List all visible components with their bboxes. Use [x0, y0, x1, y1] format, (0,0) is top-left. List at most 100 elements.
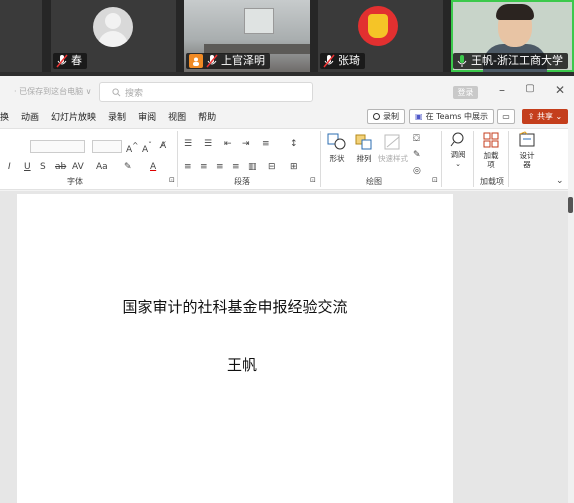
- numbering-icon[interactable]: ☰: [204, 139, 212, 149]
- participant-tile[interactable]: 张琦: [318, 0, 443, 72]
- change-case-icon[interactable]: Aa: [96, 162, 108, 172]
- tab-record[interactable]: 录制: [108, 110, 126, 123]
- quick-styles-button[interactable]: 快速样式: [378, 133, 408, 164]
- titlebar: · 已保存到这台电脑 ∨ 搜索 登录 – ▢ ✕: [0, 76, 574, 106]
- tab-review[interactable]: 审阅: [138, 110, 156, 123]
- shape-effects-icon[interactable]: ◎: [413, 166, 421, 176]
- tab-transitions[interactable]: 换: [0, 110, 9, 123]
- record-dot-icon: [373, 113, 380, 120]
- group-label-font: 字体: [67, 177, 83, 186]
- tab-view[interactable]: 视图: [168, 110, 186, 123]
- slide[interactable]: 国家审计的社科基金申报经验交流 王帆: [17, 194, 453, 503]
- decrease-font-icon[interactable]: Aˇ: [142, 141, 152, 155]
- collapse-ribbon-icon[interactable]: ⌄: [556, 176, 564, 186]
- smartart-icon[interactable]: ⊞: [290, 162, 298, 172]
- align-text-icon[interactable]: ⊟: [268, 162, 276, 172]
- quick-styles-label: 快速样式: [378, 154, 408, 163]
- arrange-label: 排列: [356, 154, 372, 163]
- close-icon[interactable]: ✕: [552, 83, 568, 97]
- addins-button[interactable]: 加载项: [479, 131, 503, 169]
- font-size-select[interactable]: [92, 140, 122, 153]
- participant-name: 春: [71, 54, 82, 67]
- group-label-drawing: 绘图: [366, 177, 382, 186]
- share-label: 共享: [537, 112, 553, 121]
- participant-tile-active[interactable]: 王帆-浙江工商大学: [451, 0, 574, 72]
- group-label-addins: 加载项: [480, 177, 504, 186]
- shape-fill-icon[interactable]: ⛋: [413, 134, 420, 144]
- divider: [473, 131, 474, 187]
- save-status[interactable]: · 已保存到这台电脑 ∨: [14, 86, 91, 97]
- divider: [508, 131, 509, 187]
- minimize-icon[interactable]: –: [494, 83, 510, 97]
- tab-animations[interactable]: 动画: [21, 110, 39, 123]
- dictate-button[interactable]: 调阅 ⌄: [446, 131, 470, 168]
- increase-font-icon[interactable]: A^: [126, 141, 138, 155]
- slide-title[interactable]: 国家审计的社科基金申报经验交流: [17, 296, 453, 317]
- text-direction-icon[interactable]: ↕: [290, 139, 298, 149]
- dialog-launcher-icon[interactable]: ⊡: [310, 176, 316, 184]
- underline-icon[interactable]: U: [24, 162, 31, 172]
- dictate-label: 调阅: [450, 150, 466, 159]
- record-button[interactable]: 录制: [367, 109, 405, 124]
- slide-author[interactable]: 王帆: [17, 354, 467, 375]
- strikethrough-icon[interactable]: ab: [55, 162, 66, 172]
- justify-icon[interactable]: ≡: [232, 162, 240, 172]
- participant-tile[interactable]: [0, 0, 42, 72]
- restore-icon[interactable]: ▢: [522, 83, 538, 94]
- ironman-avatar-icon: [358, 6, 398, 46]
- participant-name-tag: 春: [53, 53, 87, 69]
- search-input[interactable]: 搜索: [99, 82, 313, 102]
- character-spacing-icon[interactable]: AV: [72, 162, 84, 172]
- shadow-icon[interactable]: S: [40, 162, 46, 172]
- font-name-select[interactable]: [30, 140, 85, 153]
- participant-tile[interactable]: 上官泽明: [184, 0, 310, 72]
- mic-muted-icon: [56, 54, 68, 68]
- default-avatar-icon: [93, 7, 133, 47]
- present-in-teams-button[interactable]: ▣ 在 Teams 中展示: [409, 109, 494, 124]
- tab-help[interactable]: 帮助: [198, 110, 216, 123]
- group-label-paragraph: 段落: [234, 177, 250, 186]
- divider: [177, 131, 178, 187]
- quick-styles-icon: [384, 134, 400, 150]
- shape-outline-icon[interactable]: ✎: [413, 150, 421, 160]
- share-button[interactable]: ⇪ 共享 ⌄: [522, 109, 568, 124]
- chevron-down-icon: ⌄: [555, 112, 563, 121]
- participant-tile[interactable]: 春: [51, 0, 176, 72]
- clear-format-icon[interactable]: A̸: [160, 141, 166, 151]
- align-left-icon[interactable]: ≡: [184, 162, 192, 172]
- search-doc-icon: [450, 132, 464, 147]
- comment-icon[interactable]: ▭: [497, 109, 515, 124]
- designer-label: 设计器: [519, 151, 535, 169]
- align-center-icon[interactable]: ≡: [200, 162, 208, 172]
- arrange-icon: [355, 134, 372, 150]
- vertical-scrollbar[interactable]: [568, 191, 574, 503]
- dialog-launcher-icon[interactable]: ⊡: [432, 176, 438, 184]
- designer-icon: [519, 131, 535, 147]
- font-color-icon[interactable]: A: [150, 162, 156, 172]
- divider: [320, 131, 321, 187]
- participant-name: 张琦: [338, 54, 360, 67]
- slide-editor: 国家审计的社科基金申报经验交流 王帆: [0, 191, 568, 503]
- decrease-indent-icon[interactable]: ⇤: [224, 139, 232, 149]
- shapes-label: 形状: [329, 154, 345, 163]
- participant-name-tag: 王帆-浙江工商大学: [453, 53, 568, 69]
- mic-muted-icon: [206, 54, 218, 68]
- bullets-icon[interactable]: ☰: [184, 139, 192, 149]
- login-button[interactable]: 登录: [453, 86, 478, 99]
- teams-icon: ▣: [415, 112, 423, 121]
- dialog-launcher-icon[interactable]: ⊡: [169, 176, 175, 184]
- highlight-icon[interactable]: ✎: [124, 162, 132, 172]
- addins-label: 加载项: [483, 151, 499, 169]
- columns-icon[interactable]: ▥: [248, 162, 257, 172]
- arrange-button[interactable]: 排列: [352, 133, 376, 164]
- line-spacing-icon[interactable]: ≡: [262, 139, 270, 149]
- increase-indent-icon[interactable]: ⇥: [242, 139, 250, 149]
- designer-button[interactable]: 设计器: [515, 131, 539, 169]
- scrollbar-thumb[interactable]: [568, 197, 573, 213]
- italic-icon[interactable]: I: [8, 162, 11, 172]
- align-right-icon[interactable]: ≡: [216, 162, 224, 172]
- shapes-button[interactable]: 形状: [325, 133, 349, 164]
- share-icon: ⇪: [527, 112, 535, 121]
- participant-name-tag: 张琦: [320, 53, 365, 69]
- tab-slideshow[interactable]: 幻灯片放映: [51, 110, 96, 123]
